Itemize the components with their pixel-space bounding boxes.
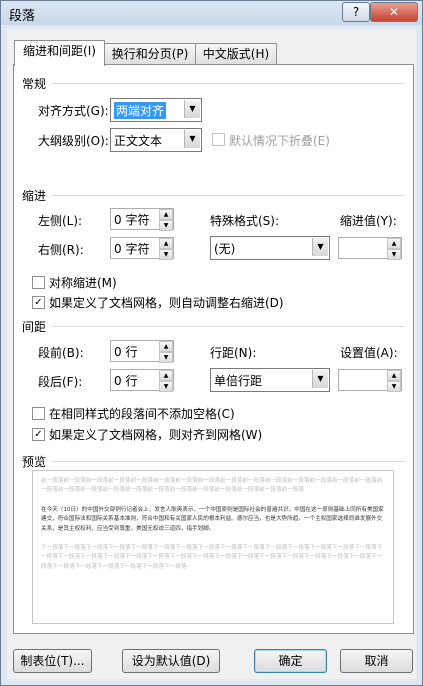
divider bbox=[52, 326, 405, 327]
space-after-spinner[interactable]: 0 行 ▲ ▼ bbox=[110, 369, 174, 392]
auto-adjust-indent-checkbox[interactable]: ✓ bbox=[32, 296, 45, 309]
no-space-same-style-checkbox[interactable] bbox=[32, 407, 45, 420]
chevron-down-icon[interactable]: ▼ bbox=[312, 238, 328, 256]
spin-down-icon[interactable]: ▼ bbox=[159, 381, 173, 392]
spin-down-icon[interactable]: ▼ bbox=[159, 249, 173, 260]
section-general-heading: 常规 bbox=[22, 77, 47, 91]
divider bbox=[52, 461, 405, 462]
spin-down-icon[interactable]: ▼ bbox=[387, 249, 401, 260]
spacing-at-label: 设置值(A): bbox=[340, 346, 398, 360]
line-spacing-label: 行距(N): bbox=[210, 346, 257, 360]
preview-next-paragraph: 下一段落下一段落下一段落下一段落下一段落下一段落下一段落下一段落下一段落下一段落… bbox=[41, 545, 383, 570]
no-space-same-style-label: 在相同样式的段落间不添加空格(C) bbox=[49, 407, 235, 421]
preview-previous-paragraph: 前一段落前一段落前一段落前一段落前一段落前一段落前一段落前一段落前一段落前一段落… bbox=[41, 478, 383, 494]
spacing-at-spinner[interactable]: ▲ ▼ bbox=[338, 369, 402, 392]
dialog-title: 段落 bbox=[9, 9, 36, 24]
dialog-body: 缩进和间距(I) 换行和分页(P) 中文版式(H) 常规 对齐方式(G): 两端… bbox=[7, 29, 416, 679]
set-default-button[interactable]: 设为默认值(D) bbox=[122, 649, 220, 673]
indent-left-label: 左侧(L): bbox=[38, 214, 83, 228]
spin-up-icon[interactable]: ▲ bbox=[387, 370, 401, 381]
chevron-down-icon[interactable]: ▼ bbox=[184, 130, 200, 148]
spin-up-icon[interactable]: ▲ bbox=[387, 238, 401, 249]
tab-line-page-breaks[interactable]: 换行和分页(P) bbox=[103, 43, 197, 65]
alignment-value: 两端对齐 bbox=[114, 102, 167, 119]
outline-level-label: 大纲级别(O): bbox=[38, 134, 109, 148]
cancel-button[interactable]: 取消 bbox=[340, 649, 413, 673]
space-after-value: 0 行 bbox=[114, 374, 138, 388]
spin-down-icon[interactable]: ▼ bbox=[387, 381, 401, 392]
ok-button[interactable]: 确定 bbox=[254, 649, 327, 673]
snap-to-grid-label: 如果定义了文档网格，则对齐到网格(W) bbox=[49, 428, 263, 442]
outline-level-value: 正文文本 bbox=[114, 134, 163, 148]
special-indent-dropdown[interactable]: (无) ▼ bbox=[210, 236, 330, 260]
title-bar: 段落 ? ✕ bbox=[1, 1, 422, 25]
spin-down-icon[interactable]: ▼ bbox=[159, 352, 173, 363]
indent-by-spinner[interactable]: ▲ ▼ bbox=[338, 237, 402, 260]
space-before-label: 段前(B): bbox=[38, 346, 84, 360]
space-before-value: 0 行 bbox=[114, 345, 138, 359]
indent-right-value: 0 字符 bbox=[114, 242, 150, 256]
special-indent-value: (无) bbox=[214, 242, 236, 256]
spin-down-icon[interactable]: ▼ bbox=[159, 220, 173, 231]
snap-to-grid-checkbox[interactable]: ✓ bbox=[32, 428, 45, 441]
indent-by-label: 缩进值(Y): bbox=[340, 214, 397, 228]
divider bbox=[52, 83, 405, 84]
section-preview-heading: 预览 bbox=[22, 455, 47, 469]
tab-indents-spacing[interactable]: 缩进和间距(I) bbox=[14, 40, 105, 66]
auto-adjust-indent-label: 如果定义了文档网格，则自动调整右缩进(D) bbox=[49, 296, 284, 310]
help-button[interactable]: ? bbox=[342, 2, 370, 22]
spin-up-icon[interactable]: ▲ bbox=[159, 341, 173, 352]
collapse-checkbox[interactable] bbox=[212, 133, 225, 146]
divider bbox=[52, 195, 405, 196]
section-spacing-heading: 间距 bbox=[22, 320, 47, 334]
preview-box: 前一段落前一段落前一段落前一段落前一段落前一段落前一段落前一段落前一段落前一段落… bbox=[32, 470, 394, 624]
section-indent-heading: 缩进 bbox=[22, 189, 47, 203]
tab-stops-button[interactable]: 制表位(T)... bbox=[13, 649, 92, 673]
space-before-spinner[interactable]: 0 行 ▲ ▼ bbox=[110, 340, 174, 363]
indent-left-spinner[interactable]: 0 字符 ▲ ▼ bbox=[110, 208, 174, 231]
chevron-down-icon[interactable]: ▼ bbox=[312, 370, 328, 388]
tab-asian-typography[interactable]: 中文版式(H) bbox=[195, 43, 277, 65]
indent-right-spinner[interactable]: 0 字符 ▲ ▼ bbox=[110, 237, 174, 260]
tab-panel: 常规 对齐方式(G): 两端对齐 ▼ 大纲级别(O): 正文文本 ▼ 默认情况下… bbox=[13, 64, 414, 634]
mirror-indent-checkbox[interactable] bbox=[32, 276, 45, 289]
line-spacing-dropdown[interactable]: 单倍行距 ▼ bbox=[210, 368, 330, 392]
space-after-label: 段后(F): bbox=[38, 375, 83, 389]
alignment-label: 对齐方式(G): bbox=[38, 104, 109, 118]
alignment-dropdown[interactable]: 两端对齐 ▼ bbox=[110, 98, 202, 122]
close-button[interactable]: ✕ bbox=[370, 2, 418, 22]
paragraph-dialog: 段落 ? ✕ 缩进和间距(I) 换行和分页(P) 中文版式(H) 常规 对齐方式… bbox=[0, 0, 423, 686]
line-spacing-value: 单倍行距 bbox=[214, 374, 263, 388]
collapse-label: 默认情况下折叠(E) bbox=[229, 134, 330, 148]
indent-right-label: 右侧(R): bbox=[38, 243, 84, 257]
outline-level-dropdown[interactable]: 正文文本 ▼ bbox=[110, 128, 202, 152]
spin-up-icon[interactable]: ▲ bbox=[159, 209, 173, 220]
spin-up-icon[interactable]: ▲ bbox=[159, 370, 173, 381]
spin-up-icon[interactable]: ▲ bbox=[159, 238, 173, 249]
indent-left-value: 0 字符 bbox=[114, 213, 150, 227]
mirror-indent-label: 对称缩进(M) bbox=[49, 276, 117, 290]
preview-sample-text: 在今天（10日）的中国外交部例行记者会上，发言人耿爽表示，一个中国原则是国际社会… bbox=[41, 507, 384, 532]
chevron-down-icon[interactable]: ▼ bbox=[184, 100, 200, 118]
special-indent-label: 特殊格式(S): bbox=[210, 214, 280, 228]
